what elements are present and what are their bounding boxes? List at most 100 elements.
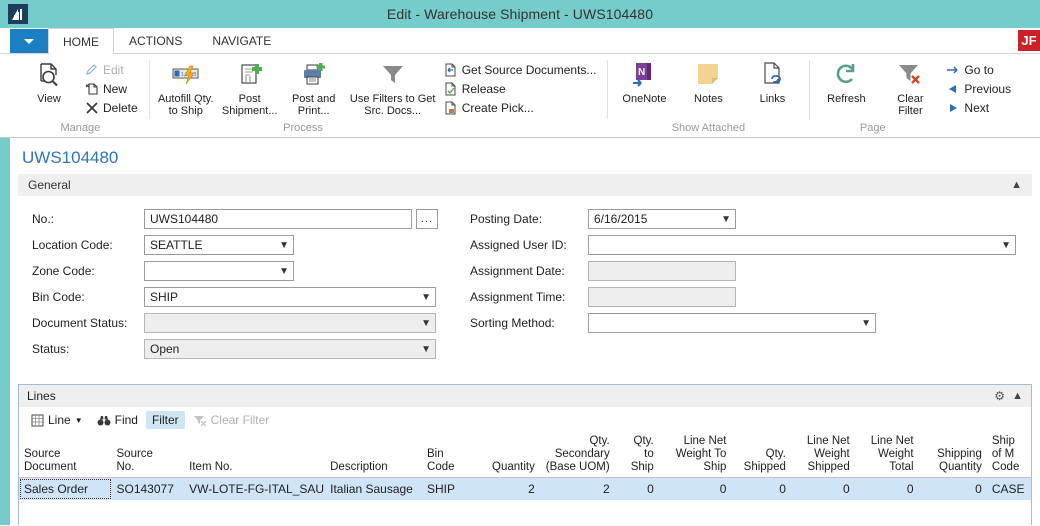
col-line-net-weight-total[interactable]: Line Net Weight Total <box>855 433 919 478</box>
onenote-button[interactable]: N OneNote <box>613 58 675 107</box>
cell-shipping-unit-of-measure-code[interactable]: CASE <box>987 478 1031 500</box>
zone-code-dropdown[interactable]: ▼ <box>144 261 294 281</box>
col-bin-code[interactable]: Bin Code <box>422 433 472 478</box>
field-label-bin-code: Bin Code: <box>32 290 144 304</box>
lines-grid: Source Document Source No. Item No. Desc… <box>19 433 1031 500</box>
post-shipment-icon <box>236 60 264 90</box>
assignment-date-input[interactable] <box>588 261 736 281</box>
cell-item-no[interactable]: VW-LOTE-FG-ITAL_SAUS <box>184 478 325 500</box>
delete-x-icon <box>84 100 99 115</box>
clear-filter-lines-button[interactable]: Clear Filter <box>187 411 276 429</box>
next-button[interactable]: Next <box>943 98 1016 117</box>
bin-code-dropdown[interactable]: SHIP ▼ <box>144 287 436 307</box>
chevron-down-icon: ▼ <box>279 236 289 254</box>
clear-filter-button[interactable]: Clear Filter <box>879 58 941 119</box>
delete-button[interactable]: Delete <box>82 98 143 117</box>
cell-qty-secondary-base-uom[interactable]: 2 <box>540 478 615 500</box>
cell-shipping-quantity[interactable]: 0 <box>919 478 987 500</box>
edit-button[interactable]: Edit <box>82 60 143 79</box>
columns-settings-gear-icon[interactable]: ⚙ <box>994 389 1005 403</box>
col-shipping-unit-of-measure-code[interactable]: Ship of M Code <box>987 433 1031 478</box>
field-label-assigned-user-id: Assigned User ID: <box>470 238 588 252</box>
field-label-zone-code: Zone Code: <box>32 264 144 278</box>
ribbon-group-label-manage: Manage <box>18 121 143 137</box>
assigned-user-id-dropdown[interactable]: ▼ <box>588 235 1016 255</box>
col-qty-secondary-base-uom[interactable]: Qty. Secondary (Base UOM) <box>540 433 615 478</box>
use-filters-to-get-src-docs-button[interactable]: Use Filters to Get Src. Docs... <box>347 58 439 119</box>
cell-line-net-weight-to-ship[interactable]: 0 <box>659 478 732 500</box>
col-quantity[interactable]: Quantity <box>472 433 540 478</box>
col-source-no[interactable]: Source No. <box>112 433 185 478</box>
location-code-dropdown[interactable]: SEATTLE ▼ <box>144 235 294 255</box>
post-and-print-button[interactable]: Post and Print... <box>283 58 345 119</box>
view-button[interactable]: View <box>18 58 80 107</box>
cell-line-net-weight-total[interactable]: 0 <box>855 478 919 500</box>
cell-quantity[interactable]: 2 <box>472 478 540 500</box>
cell-line-net-weight-shipped[interactable]: 0 <box>791 478 855 500</box>
chevron-up-icon[interactable]: ▲ <box>1011 179 1022 191</box>
cell-description[interactable]: Italian Sausage <box>325 478 422 500</box>
tab-actions[interactable]: ACTIONS <box>114 28 197 53</box>
filter-button[interactable]: Filter <box>146 411 185 429</box>
lines-section-header[interactable]: Lines ⚙ ▲ <box>19 385 1031 407</box>
refresh-button[interactable]: Refresh <box>815 58 877 107</box>
ribbon-group-label-page: Page <box>815 121 930 137</box>
clear-filter-icon <box>896 60 924 90</box>
notes-button[interactable]: Notes <box>677 58 739 107</box>
col-qty-to-ship[interactable]: Qty. to Ship <box>615 433 659 478</box>
cell-source-document[interactable]: Sales Order <box>19 478 112 500</box>
status-dropdown[interactable]: Open ▼ <box>144 339 436 359</box>
col-shipping-quantity[interactable]: Shipping Quantity <box>919 433 987 478</box>
chevron-down-icon: ▼ <box>721 210 731 228</box>
general-section-label: General <box>28 178 71 192</box>
general-section-header[interactable]: General ▲ <box>18 174 1032 196</box>
document-status-dropdown[interactable]: ▼ <box>144 313 436 333</box>
create-pick-button[interactable]: Create Pick... <box>441 98 602 117</box>
go-to-button[interactable]: Go to <box>943 60 1016 79</box>
chevron-up-icon[interactable]: ▲ <box>1012 390 1023 402</box>
general-form-right-column: Posting Date: 6/16/2015 ▼ Assigned User … <box>456 206 1040 362</box>
col-description[interactable]: Description <box>325 433 422 478</box>
cell-source-no[interactable]: SO143077 <box>112 478 185 500</box>
tab-home[interactable]: HOME <box>48 28 114 54</box>
refresh-label: Refresh <box>827 93 866 105</box>
release-check-icon <box>443 81 458 96</box>
field-label-assignment-date: Assignment Date: <box>470 264 588 278</box>
links-button[interactable]: Links <box>741 58 803 107</box>
post-shipment-button[interactable]: Post Shipment... <box>219 58 281 119</box>
grid-header-row: Source Document Source No. Item No. Desc… <box>19 433 1031 478</box>
release-label: Release <box>462 82 506 96</box>
tab-navigate[interactable]: NAVIGATE <box>197 28 286 53</box>
posting-date-dropdown[interactable]: 6/16/2015 ▼ <box>588 209 736 229</box>
find-button[interactable]: Find <box>91 411 144 429</box>
cell-bin-code[interactable]: SHIP <box>422 478 472 500</box>
grid-icon <box>31 414 44 427</box>
cell-qty-to-ship[interactable]: 0 <box>615 478 659 500</box>
col-item-no[interactable]: Item No. <box>184 433 325 478</box>
use-filters-label: Use Filters to Get Src. Docs... <box>350 93 436 117</box>
table-row[interactable]: Sales Order SO143077 VW-LOTE-FG-ITAL_SAU… <box>19 478 1031 500</box>
ribbon-group-process: 1,2 1,3 Autofill Qty. to Ship Post Shipm… <box>149 54 608 137</box>
col-line-net-weight-shipped[interactable]: Line Net Weight Shipped <box>791 433 855 478</box>
no-lookup-button[interactable]: ... <box>416 209 438 229</box>
user-badge[interactable]: JF <box>1018 30 1040 51</box>
page-content: UWS104480 General ▲ No.: UWS104480 ... L… <box>0 138 1040 525</box>
sorting-method-dropdown[interactable]: ▼ <box>588 313 876 333</box>
post-and-print-icon <box>300 60 328 90</box>
new-button[interactable]: New <box>82 79 143 98</box>
no-input[interactable]: UWS104480 <box>144 209 412 229</box>
get-source-documents-button[interactable]: Get Source Documents... <box>441 60 602 79</box>
col-source-document[interactable]: Source Document <box>19 433 112 478</box>
line-menu-button[interactable]: Line ▼ <box>25 411 89 429</box>
field-label-status: Status: <box>32 342 144 356</box>
ribbon-menu-button[interactable] <box>10 29 48 53</box>
col-qty-shipped[interactable]: Qty. Shipped <box>731 433 790 478</box>
assignment-time-input[interactable] <box>588 287 736 307</box>
release-button[interactable]: Release <box>441 79 602 98</box>
autofill-qty-to-ship-button[interactable]: 1,2 1,3 Autofill Qty. to Ship <box>155 58 217 119</box>
previous-button[interactable]: Previous <box>943 79 1016 98</box>
col-line-net-weight-to-ship[interactable]: Line Net Weight To Ship <box>659 433 732 478</box>
field-row-sorting-method: Sorting Method: ▼ <box>470 310 1040 336</box>
cell-qty-shipped[interactable]: 0 <box>731 478 790 500</box>
line-menu-label: Line <box>48 413 71 427</box>
